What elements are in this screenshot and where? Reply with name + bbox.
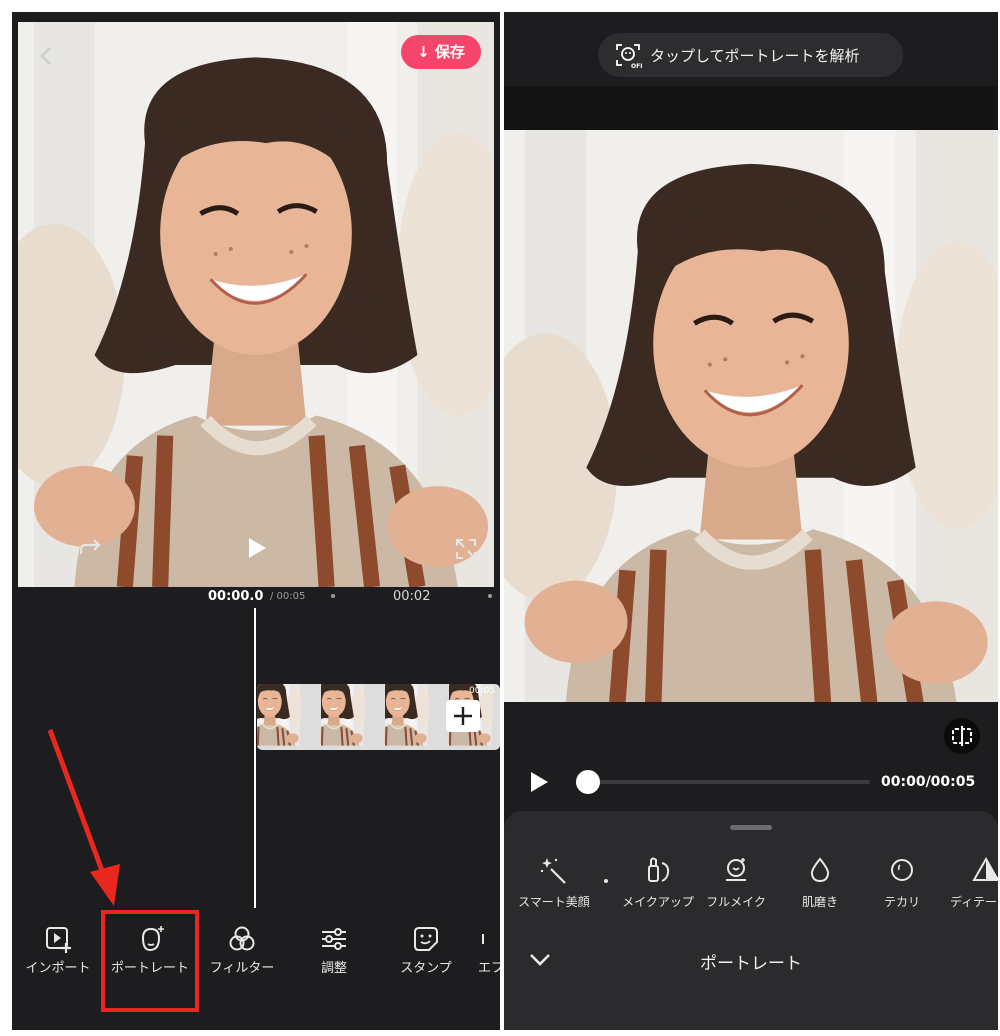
video-preview[interactable] xyxy=(18,22,494,587)
current-time: 00:00.0 xyxy=(208,589,264,604)
toolbar-item-filter[interactable]: フィルター xyxy=(196,912,288,1022)
toolbar-label: スタンプ xyxy=(400,961,452,976)
sticker-icon xyxy=(414,927,438,951)
shine-face-icon xyxy=(891,859,913,881)
detail-triangle-icon xyxy=(972,856,998,881)
tool-label: スマート美顔 xyxy=(518,895,590,909)
tool-label: テカリ xyxy=(883,895,920,909)
effect-icon xyxy=(482,934,484,944)
add-clip-button[interactable] xyxy=(446,700,480,732)
fullscreen-icon[interactable] xyxy=(455,538,477,560)
tool-label: ディテー xyxy=(950,895,998,909)
timeline-dot xyxy=(331,594,335,598)
sheet-handle[interactable] xyxy=(730,825,772,830)
progress-knob[interactable] xyxy=(576,770,600,794)
timeline-marker-time: 00:02 xyxy=(393,589,431,604)
portrait-preview[interactable] xyxy=(504,130,998,702)
toolbar-label: エフ xyxy=(478,961,500,976)
face-scan-off-icon: OFF xyxy=(616,44,642,69)
tool-skin-smooth[interactable]: 肌磨き xyxy=(774,853,866,923)
tool-detail[interactable]: ディテー xyxy=(940,853,998,923)
playhead[interactable] xyxy=(254,608,256,908)
play-icon[interactable] xyxy=(528,770,550,794)
top-gap xyxy=(504,86,998,130)
makeup-icon xyxy=(648,857,670,882)
toolbar-item-adjust[interactable]: 調整 xyxy=(288,912,380,1022)
tool-full-makeup[interactable]: フルメイク xyxy=(690,853,782,923)
import-icon xyxy=(46,927,71,953)
playback-time: 00:00/00:05 xyxy=(881,774,976,790)
play-icon[interactable] xyxy=(246,536,268,560)
editor-left-panel: ↓ 保存 00:00.0 / 00:05 00:02 00:05 インポート ポ… xyxy=(12,12,500,1030)
magic-wand-icon xyxy=(540,858,566,884)
full-makeup-icon xyxy=(726,858,746,881)
editor-right-panel: OFF タップしてポートレートを解析 00:00/00:05 xyxy=(504,12,998,1030)
svg-text:OFF: OFF xyxy=(631,63,642,69)
toolbar-label: インポート xyxy=(25,961,91,976)
compare-button[interactable] xyxy=(944,718,980,754)
toolbar-item-sticker[interactable]: スタンプ xyxy=(380,912,472,1022)
annotation-arrow-icon xyxy=(47,729,120,906)
section-title: ポートレート xyxy=(700,954,802,974)
compare-icon xyxy=(952,726,972,746)
bottom-toolbar: インポート ポートレート フィルター 調整 スタンプ エフ xyxy=(12,912,500,1030)
toolbar-label: 調整 xyxy=(320,961,347,976)
tool-smart-beauty[interactable]: スマート美顔 xyxy=(508,853,600,923)
redo-icon[interactable] xyxy=(78,536,102,556)
plus-icon xyxy=(454,707,472,725)
analyze-portrait-button[interactable]: OFF タップしてポートレートを解析 xyxy=(598,33,903,77)
tool-label: 肌磨き xyxy=(801,895,838,909)
analyze-label: タップしてポートレートを解析 xyxy=(650,47,860,65)
save-button[interactable]: ↓ 保存 xyxy=(401,35,481,69)
chevron-left-icon[interactable] xyxy=(38,46,54,66)
filter-circles-icon xyxy=(229,926,255,951)
timeline-dot xyxy=(488,594,492,598)
highlight-box xyxy=(101,910,199,1012)
tool-shine[interactable]: テカリ xyxy=(856,853,948,923)
sliders-icon xyxy=(322,928,346,950)
total-time: / 00:05 xyxy=(270,591,306,602)
toolbar-item-effect[interactable]: エフ xyxy=(472,912,500,1022)
toolbar-label: フィルター xyxy=(209,961,275,976)
progress-track[interactable] xyxy=(586,780,870,784)
portrait-tools-sheet: スマート美顔 メイクアップ フルメイク 肌磨き テカリ ディテー ポートレート xyxy=(504,811,998,1030)
toolbar-item-import[interactable]: インポート xyxy=(12,912,104,1022)
portrait-tools-row: スマート美顔 メイクアップ フルメイク 肌磨き テカリ ディテー xyxy=(504,853,998,925)
droplet-icon xyxy=(810,857,830,883)
tool-label: フルメイク xyxy=(706,895,766,909)
new-dot xyxy=(604,879,608,883)
clip-duration: 00:05 xyxy=(469,686,495,696)
undo-icon[interactable] xyxy=(34,536,58,556)
